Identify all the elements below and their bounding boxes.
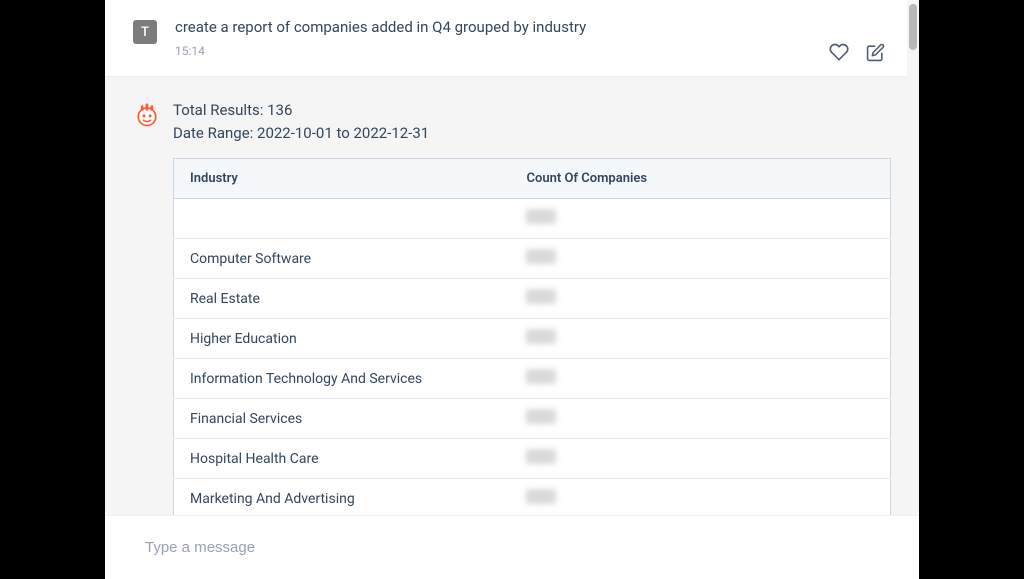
col-header-industry: Industry [174,159,511,199]
scrollbar-thumb[interactable] [909,4,917,50]
chat-window: T create a report of companies added in … [105,0,919,579]
redacted-value [526,449,556,464]
table-row: Real Estate [174,279,891,319]
cell-industry: Higher Education [174,319,511,359]
cell-industry: Information Technology And Services [174,359,511,399]
content: T create a report of companies added in … [105,0,919,515]
redacted-value [526,289,556,304]
total-results-line: Total Results: 136 [173,99,891,122]
user-avatar: T [133,20,157,44]
cell-count [510,479,890,516]
cell-industry: Computer Software [174,239,511,279]
user-message-timestamp: 15:14 [175,44,586,58]
bot-message-body: Total Results: 136 Date Range: 2022-10-0… [173,99,891,515]
scrollbar-track[interactable] [907,0,919,515]
user-message-body: create a report of companies added in Q4… [175,18,586,58]
cell-industry: Hospital Health Care [174,439,511,479]
redacted-value [526,489,556,504]
date-range-label: Date Range: [173,124,253,142]
redacted-value [526,369,556,384]
redacted-value [526,409,556,424]
message-composer [105,515,919,579]
cell-industry: Real Estate [174,279,511,319]
avatar-letter: T [141,25,149,40]
cell-industry [174,199,511,239]
message-input[interactable] [145,539,879,556]
cell-industry: Marketing And Advertising [174,479,511,516]
col-header-count: Count Of Companies [510,159,890,199]
cell-count [510,319,890,359]
cell-count [510,439,890,479]
cell-count [510,279,890,319]
table-row: Information Technology And Services [174,359,891,399]
cell-count [510,359,890,399]
table-row: Higher Education [174,319,891,359]
user-message: T create a report of companies added in … [105,0,919,76]
total-results-value: 136 [267,101,292,119]
total-results-label: Total Results: [173,101,263,119]
edit-icon[interactable] [865,42,885,62]
bot-avatar-icon [133,101,161,129]
message-actions [829,42,885,62]
heart-icon[interactable] [829,42,849,62]
cell-count [510,399,890,439]
bot-message: Total Results: 136 Date Range: 2022-10-0… [105,76,919,515]
scroll-area: T create a report of companies added in … [105,0,919,515]
table-row [174,199,891,239]
cell-count [510,199,890,239]
redacted-value [526,249,556,264]
table-row: Financial Services [174,399,891,439]
table-row: Hospital Health Care [174,439,891,479]
results-table: Industry Count Of Companies Computer Sof… [173,158,891,515]
date-range-value: 2022-10-01 to 2022-12-31 [257,124,429,142]
redacted-value [526,329,556,344]
table-row: Computer Software [174,239,891,279]
cell-industry: Financial Services [174,399,511,439]
table-header-row: Industry Count Of Companies [174,159,891,199]
redacted-value [526,209,556,224]
user-message-text: create a report of companies added in Q4… [175,18,586,36]
table-row: Marketing And Advertising [174,479,891,516]
cell-count [510,239,890,279]
date-range-line: Date Range: 2022-10-01 to 2022-12-31 [173,122,891,145]
